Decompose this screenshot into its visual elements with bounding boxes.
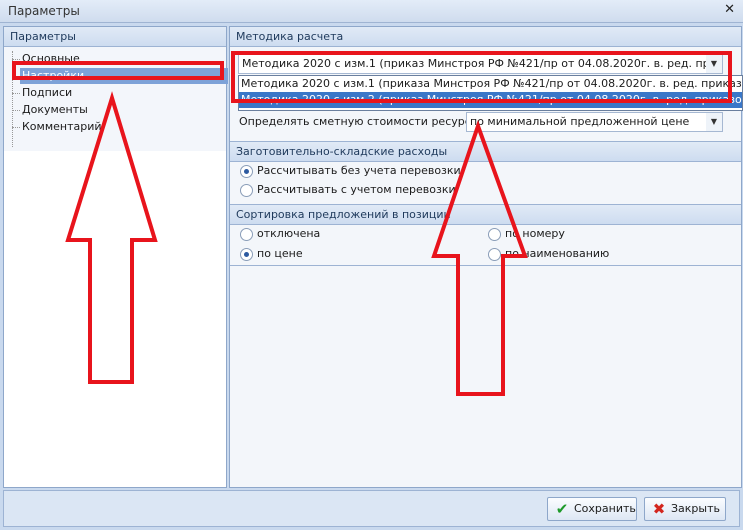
window-title: Параметры xyxy=(8,4,80,18)
button-bar: ✔ Сохранить ✖ Закрыть xyxy=(3,490,740,527)
transport-group: Заготовительно-складские расходы xyxy=(230,141,741,162)
method-dropdown-list: Методика 2020 с изм.1 (приказа Минстроя … xyxy=(238,75,743,111)
radio-with-transport[interactable] xyxy=(240,184,253,197)
transport-header: Заготовительно-складские расходы xyxy=(230,142,741,162)
cross-icon: ✖ xyxy=(652,500,666,518)
close-window-icon[interactable]: ✕ xyxy=(724,2,735,17)
radio-with-transport-label[interactable]: Рассчитывать с учетом перевозки xyxy=(257,183,456,196)
check-icon: ✔ xyxy=(555,500,569,518)
parameters-tree: Основные Настройки Подписи Документы Ком… xyxy=(4,47,228,151)
sorting-header: Сортировка предложений в позиции xyxy=(230,205,741,225)
method-combo-value: Методика 2020 с изм.1 (приказ Минстроя Р… xyxy=(242,57,723,70)
tree-item-settings[interactable]: Настройки xyxy=(20,68,228,84)
group-divider xyxy=(230,265,741,266)
radio-sort-price[interactable] xyxy=(240,248,253,261)
radio-sort-off[interactable] xyxy=(240,228,253,241)
chevron-down-icon[interactable]: ▼ xyxy=(706,113,722,131)
radio-without-transport[interactable] xyxy=(240,165,253,178)
tree-item-comment[interactable]: Комментарий xyxy=(22,119,102,135)
radio-sort-off-label[interactable]: отключена xyxy=(257,227,320,240)
tree-item-documents[interactable]: Документы xyxy=(22,102,88,118)
method-option[interactable]: Методика 2020 с изм.1 (приказа Минстроя … xyxy=(239,76,742,92)
window-titlebar: Параметры ✕ xyxy=(0,0,743,23)
tree-connector xyxy=(12,59,20,60)
tree-item-main[interactable]: Основные xyxy=(22,51,80,67)
method-combo[interactable]: Методика 2020 с изм.1 (приказ Минстроя Р… xyxy=(238,54,723,74)
tree-connector xyxy=(12,93,20,94)
radio-sort-number-label[interactable]: по номеру xyxy=(505,227,565,240)
method-group: Методика расчета xyxy=(230,27,741,47)
parameters-header: Параметры xyxy=(4,27,226,47)
cost-label: Определять сметную стоимости ресурса: xyxy=(239,115,482,128)
cost-combo-value: по минимальной предложенной цене xyxy=(470,115,690,128)
radio-sort-name[interactable] xyxy=(488,248,501,261)
radio-sort-number[interactable] xyxy=(488,228,501,241)
method-header: Методика расчета xyxy=(230,27,741,47)
tree-connector xyxy=(12,110,20,111)
tree-item-signatures[interactable]: Подписи xyxy=(22,85,72,101)
settings-panel: Методика расчета Методика 2020 с изм.1 (… xyxy=(229,26,743,488)
method-option-selected[interactable]: Методика 2020 с изм.2 (приказ Минстроя Р… xyxy=(239,92,742,108)
sorting-group: Сортировка предложений в позиции xyxy=(230,204,741,225)
tree-connector xyxy=(12,127,20,128)
save-button-label: Сохранить xyxy=(574,502,636,515)
cost-combo[interactable]: по минимальной предложенной цене ▼ xyxy=(466,112,723,132)
tree-connector xyxy=(12,76,20,77)
save-button[interactable]: ✔ Сохранить xyxy=(547,497,637,521)
radio-sort-name-label[interactable]: по наименованию xyxy=(505,247,609,260)
tree-line xyxy=(12,51,13,147)
close-button-label: Закрыть xyxy=(671,502,720,515)
close-button[interactable]: ✖ Закрыть xyxy=(644,497,726,521)
radio-without-transport-label[interactable]: Рассчитывать без учета перевозки xyxy=(257,164,461,177)
parameters-panel: Параметры Основные Настройки Подписи Док… xyxy=(3,26,228,488)
radio-sort-price-label[interactable]: по цене xyxy=(257,247,303,260)
chevron-down-icon[interactable]: ▼ xyxy=(706,55,722,73)
